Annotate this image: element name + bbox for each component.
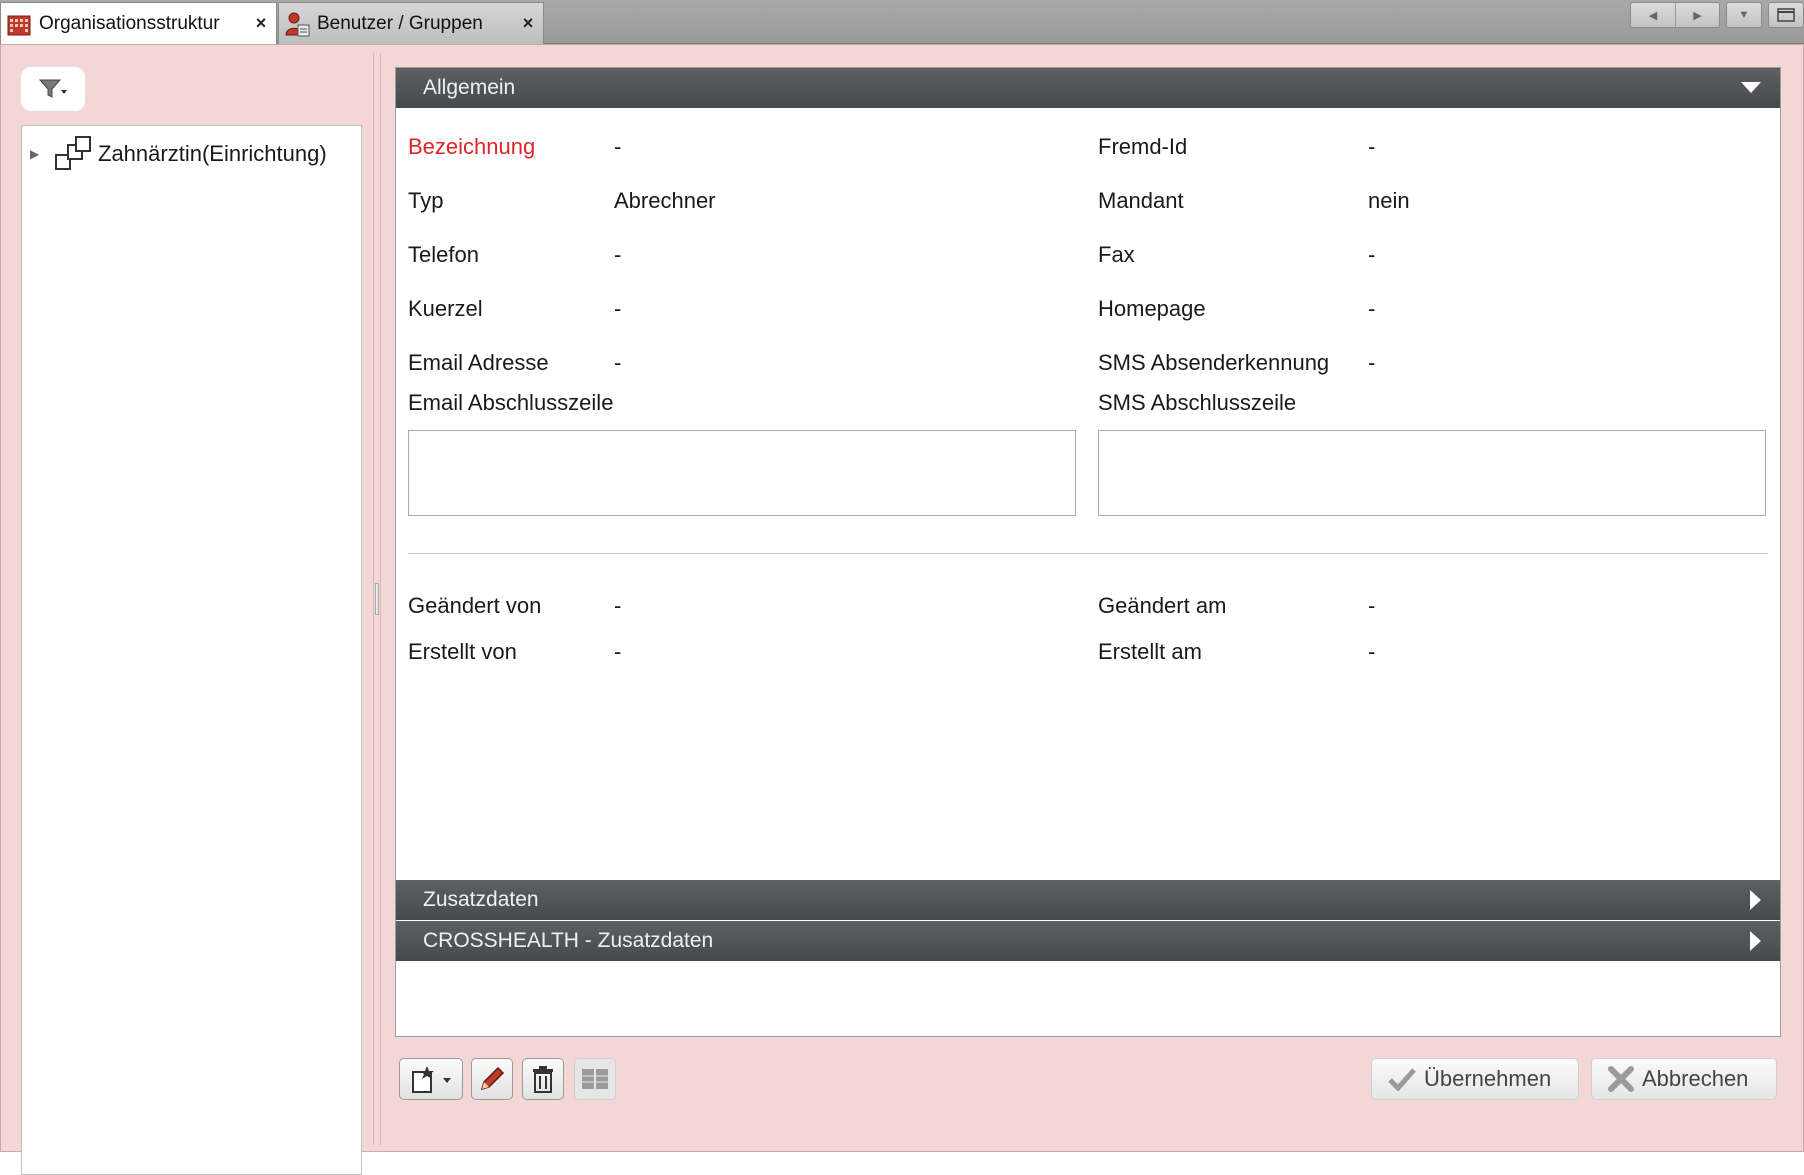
trash-icon [533,1066,553,1093]
section-zusatzdaten-header[interactable]: Zusatzdaten [396,880,1780,920]
geaendert-am-label: Geändert am [1098,593,1227,618]
close-tab-icon[interactable]: × [246,13,276,34]
section-title: CROSSHEALTH - Zusatzdaten [423,929,714,952]
erstellt-am-value: - [1368,639,1376,664]
fremd-id-value: - [1368,134,1376,159]
sms-absenderkennung-value: - [1368,350,1376,375]
detail-panel: Allgemein Bezeichnung - Typ Abrechner Te… [395,67,1781,1037]
mandant-label: Mandant [1098,188,1184,213]
tab-list-dropdown-icon[interactable]: ▼ [1727,3,1761,27]
org-tree: ▶ Zahnärztin(Einrichtung) [21,125,362,1175]
sms-abschlusszeile-textarea[interactable] [1098,430,1766,516]
typ-value: Abrechner [614,188,716,213]
new-document-dropdown-icon [412,1066,451,1093]
details-button[interactable] [574,1058,616,1100]
close-tab-icon[interactable]: × [513,13,543,34]
fremd-id-label: Fremd-Id [1098,134,1188,159]
kuerzel-value: - [614,296,622,321]
cancel-label: Abbrechen [1642,1066,1749,1091]
cross-icon [1608,1066,1634,1092]
geaendert-von-label: Geändert von [408,593,542,618]
new-entry-button[interactable] [399,1058,463,1100]
workspace: ▶ Zahnärztin(Einrichtung) Allgemein Beze… [0,44,1804,1175]
erstellt-am-label: Erstellt am [1098,639,1202,664]
tab-bar: Organisationsstruktur × Benutzer / Grupp… [0,0,1804,44]
tab-benutzer-gruppen[interactable]: Benutzer / Gruppen × [278,2,544,44]
filter-icon [38,79,67,98]
fax-value: - [1368,242,1376,267]
email-label: Email Adresse [408,350,549,375]
bezeichnung-label: Bezeichnung [408,134,536,159]
checkmark-icon [1388,1068,1416,1091]
section-allgemein-header[interactable]: Allgemein [396,68,1780,108]
bezeichnung-value: - [614,134,622,159]
sms-abschlusszeile-label: SMS Abschlusszeile [1098,390,1297,415]
expand-chevron-icon [1750,890,1761,910]
delete-button[interactable] [522,1058,564,1100]
apply-button[interactable]: Übernehmen [1371,1058,1579,1100]
expand-arrow-icon[interactable]: ▶ [30,147,46,161]
tab-navigation: ◀ ▶ ▼ [1630,2,1804,28]
cancel-button[interactable]: Abbrechen [1591,1058,1777,1100]
erstellt-von-value: - [614,639,622,664]
tab-label: Benutzer / Gruppen [317,12,483,34]
telefon-label: Telefon [408,242,479,267]
maximize-icon[interactable] [1769,3,1803,27]
apply-label: Übernehmen [1424,1066,1552,1091]
mandant-value: nein [1368,188,1410,213]
homepage-value: - [1368,296,1376,321]
org-unit-icon [55,136,91,170]
geaendert-von-value: - [614,593,622,618]
scroll-left-icon[interactable]: ◀ [1631,3,1675,27]
building-icon [7,15,31,35]
tab-organisationsstruktur[interactable]: Organisationsstruktur × [0,2,277,44]
filter-button[interactable] [21,67,85,111]
geaendert-am-value: - [1368,593,1376,618]
sms-absenderkennung-label: SMS Absenderkennung [1098,350,1330,375]
edit-button[interactable] [471,1058,513,1100]
erstellt-von-label: Erstellt von [408,639,517,664]
pencil-icon [480,1066,505,1091]
users-icon [285,12,310,36]
collapse-chevron-icon [1741,82,1761,93]
section-title: Allgemein [423,76,516,99]
typ-label: Typ [408,188,444,213]
pane-splitter[interactable] [373,53,381,1145]
scroll-right-icon[interactable]: ▶ [1675,3,1719,27]
fax-label: Fax [1098,242,1135,267]
homepage-label: Homepage [1098,296,1206,321]
columns-icon [582,1069,608,1089]
email-abschlusszeile-textarea[interactable] [408,430,1076,516]
tab-label: Organisationsstruktur [39,12,220,34]
splitter-grip[interactable] [375,583,379,615]
email-abschlusszeile-label: Email Abschlusszeile [408,390,614,415]
tree-node-zahnaerztin[interactable]: ▶ Zahnärztin(Einrichtung) [30,134,327,174]
section-title: Zusatzdaten [423,888,539,911]
email-value: - [614,350,622,375]
tree-node-label: Zahnärztin(Einrichtung) [98,141,327,166]
section-crosshealth-header[interactable]: CROSSHEALTH - Zusatzdaten [396,921,1780,961]
section-divider [408,553,1768,554]
kuerzel-label: Kuerzel [408,296,483,321]
telefon-value: - [614,242,622,267]
expand-chevron-icon [1750,931,1761,951]
